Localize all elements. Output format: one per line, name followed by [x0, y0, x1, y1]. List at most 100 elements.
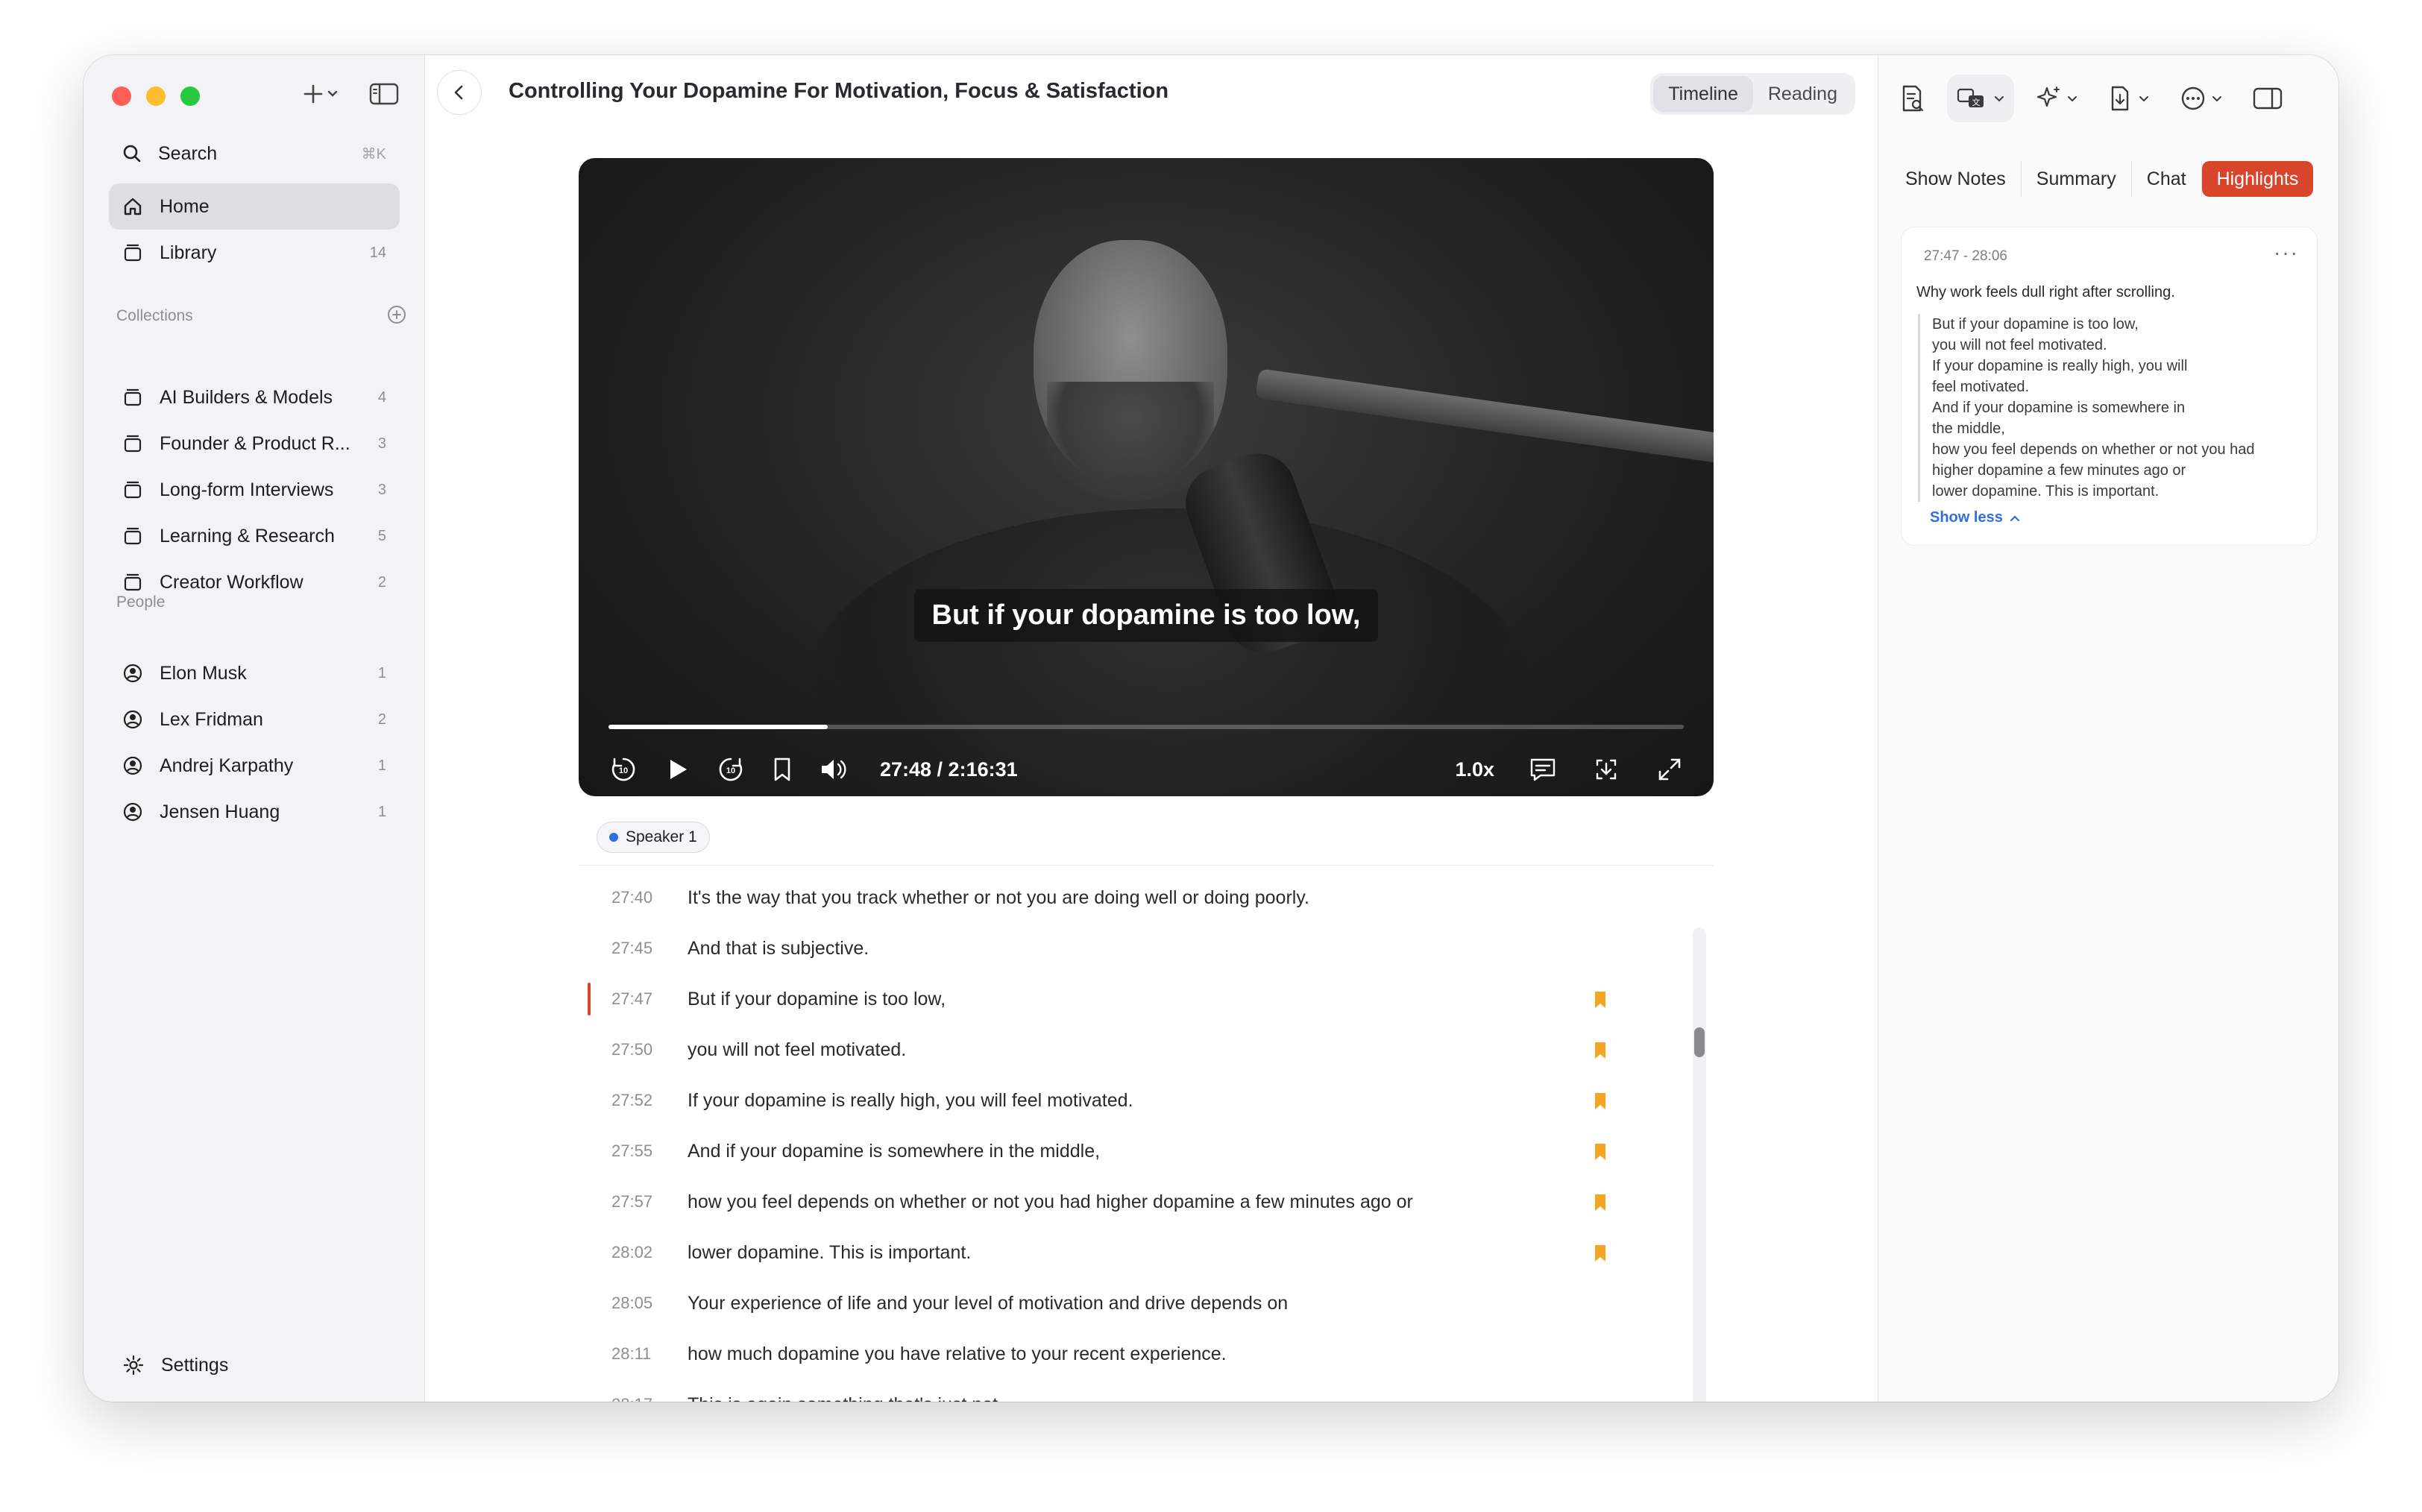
scrollbar-thumb[interactable]	[1694, 1027, 1705, 1057]
captions-icon	[1530, 758, 1556, 781]
bookmark-filled-icon[interactable]	[1593, 1244, 1608, 1263]
sidebar-item-collection[interactable]: Long-form Interviews 3	[109, 467, 400, 513]
transcript-line[interactable]: 27:50 you will not feel motivated.	[579, 1024, 1652, 1075]
transcript-line[interactable]: 28:02 lower dopamine. This is important.	[579, 1227, 1652, 1278]
highlight-card[interactable]: 27:47 - 28:06 ··· Why work feels dull ri…	[1901, 227, 2318, 546]
transcript-line[interactable]: 27:52 If your dopamine is really high, y…	[579, 1075, 1652, 1126]
bookmark-button[interactable]	[771, 756, 793, 783]
transcript-line[interactable]: 28:17 This is again something that's jus…	[579, 1379, 1652, 1402]
sidebar-item-collection[interactable]: Founder & Product R... 3	[109, 420, 400, 467]
export-button[interactable]	[2099, 75, 2159, 122]
tab-timeline[interactable]: Timeline	[1653, 76, 1753, 112]
sidebar-item-label: Elon Musk	[160, 662, 247, 684]
show-less-button[interactable]: Show less	[1930, 509, 2021, 526]
transcript-line-current[interactable]: 27:47 But if your dopamine is too low,	[579, 974, 1652, 1024]
line-timestamp[interactable]: 28:05	[579, 1294, 688, 1313]
line-timestamp[interactable]: 27:40	[579, 888, 688, 907]
sidebar-item-label: Long-form Interviews	[160, 479, 334, 500]
item-count: 5	[377, 527, 386, 544]
plus-circle-icon	[388, 306, 406, 324]
back-button[interactable]	[437, 70, 482, 115]
play-button[interactable]	[664, 756, 691, 783]
transcript-scrollbar[interactable]	[1693, 927, 1706, 1402]
tab-highlights[interactable]: Highlights	[2201, 161, 2314, 197]
bookmark-filled-icon[interactable]	[1593, 1142, 1608, 1162]
view-toggle: Timeline Reading	[1650, 73, 1855, 115]
sidebar-item-home[interactable]: Home	[109, 183, 400, 230]
zoom-window-button[interactable]	[180, 86, 200, 106]
line-timestamp[interactable]: 28:11	[579, 1344, 688, 1364]
transcript-line[interactable]: 27:55 And if your dopamine is somewhere …	[579, 1126, 1652, 1176]
rewind-10-button[interactable]: 10	[608, 755, 638, 784]
sidebar-item-library[interactable]: Library 14	[109, 230, 400, 276]
current-line-marker	[588, 983, 591, 1015]
transcript-search-button[interactable]	[1890, 75, 1935, 122]
bookmark-filled-icon[interactable]	[1593, 1092, 1608, 1111]
sidebar-item-person[interactable]: Elon Musk 1	[109, 650, 400, 696]
play-icon	[670, 760, 687, 779]
sidebar-item-collection[interactable]: Learning & Research 5	[109, 513, 400, 559]
transcript-line[interactable]: 28:11 how much dopamine you have relativ…	[579, 1329, 1652, 1379]
bookmark-filled-icon[interactable]	[1593, 1193, 1608, 1212]
sidebar-search[interactable]: Search ⌘K	[109, 133, 400, 174]
volume-button[interactable]	[819, 756, 849, 783]
translate-button[interactable]: 文	[1947, 75, 2014, 122]
right-panel: 文 Show Notes Summary Chat Highlights 27:…	[1878, 55, 2338, 1402]
line-timestamp[interactable]: 27:50	[579, 1040, 688, 1059]
divider	[579, 865, 1714, 866]
tab-show-notes[interactable]: Show Notes	[1890, 161, 2022, 197]
line-text: And if your dopamine is somewhere in the…	[688, 1140, 1101, 1162]
captions-button[interactable]	[1529, 756, 1557, 783]
speaker-badge[interactable]: Speaker 1	[597, 822, 710, 853]
video-progress-bar[interactable]	[608, 725, 1684, 729]
sidebar-item-person[interactable]: Andrej Karpathy 1	[109, 743, 400, 789]
fullscreen-button[interactable]	[1655, 755, 1684, 784]
tab-reading[interactable]: Reading	[1753, 76, 1852, 112]
tab-chat[interactable]: Chat	[2132, 161, 2202, 197]
video-player[interactable]: But if your dopamine is too low, 10 10 2…	[579, 158, 1714, 796]
sidebar-item-person[interactable]: Jensen Huang 1	[109, 789, 400, 835]
svg-text:文: 文	[1972, 97, 1981, 107]
quote-line: And if your dopamine is somewhere in	[1932, 400, 2186, 416]
line-timestamp[interactable]: 27:55	[579, 1141, 688, 1161]
line-timestamp[interactable]: 27:52	[579, 1091, 688, 1110]
line-timestamp[interactable]: 27:57	[579, 1192, 688, 1212]
tab-summary[interactable]: Summary	[2022, 161, 2132, 197]
transcript-line[interactable]: 27:40 It's the way that you track whethe…	[579, 872, 1652, 923]
item-count: 3	[377, 435, 386, 452]
app-window: Search ⌘K Home Library 14 Collections AI…	[84, 55, 2338, 1402]
line-text: This is again something that's just not	[688, 1394, 998, 1402]
window-controls	[112, 86, 200, 106]
transcript-line[interactable]: 28:05 Your experience of life and your l…	[579, 1278, 1652, 1329]
sidebar-item-label: Home	[160, 195, 210, 217]
highlight-more-button[interactable]: ···	[2274, 241, 2299, 265]
settings-button[interactable]: Settings	[122, 1354, 228, 1376]
line-timestamp[interactable]: 27:45	[579, 939, 688, 958]
more-options-button[interactable]	[2171, 75, 2232, 122]
picture-in-picture-button[interactable]	[1591, 755, 1621, 784]
line-timestamp[interactable]: 28:17	[579, 1395, 688, 1402]
line-timestamp[interactable]: 27:47	[579, 989, 688, 1009]
highlight-time-range[interactable]: 27:47 - 28:06	[1924, 248, 2007, 265]
close-window-button[interactable]	[112, 86, 131, 106]
forward-10-button[interactable]: 10	[716, 755, 746, 784]
add-collection-button[interactable]	[386, 304, 407, 329]
toggle-sidebar-button[interactable]	[369, 82, 399, 106]
line-timestamp[interactable]: 28:02	[579, 1243, 688, 1262]
bookmark-filled-icon[interactable]	[1593, 1041, 1608, 1060]
sidebar-item-collection[interactable]: AI Builders & Models 4	[109, 374, 400, 420]
ai-actions-button[interactable]	[2026, 75, 2087, 122]
playback-speed-button[interactable]: 1.0x	[1455, 758, 1494, 781]
bookmark-filled-icon[interactable]	[1593, 990, 1608, 1009]
toggle-right-panel-button[interactable]	[2244, 75, 2292, 122]
transcript-line[interactable]: 27:57 how you feel depends on whether or…	[579, 1176, 1652, 1227]
minimize-window-button[interactable]	[146, 86, 166, 106]
transcript-line[interactable]: 27:45 And that is subjective.	[579, 923, 1652, 974]
sidebar-item-person[interactable]: Lex Fridman 2	[109, 696, 400, 743]
new-item-button[interactable]	[302, 83, 338, 105]
speaker-color-dot	[609, 833, 618, 842]
chevron-down-icon	[2068, 96, 2077, 102]
chevron-up-icon	[2010, 514, 2019, 521]
sidebar-item-label: AI Builders & Models	[160, 386, 333, 408]
sidebar-item-label: Library	[160, 242, 217, 263]
